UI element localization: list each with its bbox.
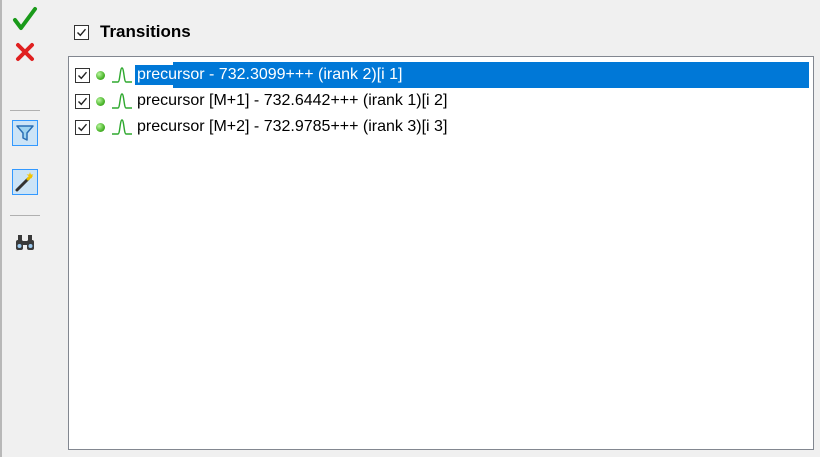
transition-row[interactable]: precursor [M+1] - 732.6442+++ (irank 1)[… (75, 89, 449, 113)
check-icon (78, 71, 88, 79)
toolbar (4, 6, 48, 456)
cancel-button[interactable] (12, 39, 38, 65)
transition-checkbox[interactable] (75, 93, 90, 109)
transition-label: precursor [M+2] - 732.9785+++ (irank 3)[… (137, 118, 448, 135)
transition-checkbox[interactable] (75, 67, 90, 83)
binoculars-icon (16, 235, 34, 250)
transition-checkbox[interactable] (75, 119, 90, 135)
cancel-icon (16, 43, 34, 61)
transition-label: precursor [M+1] - 732.6442+++ (irank 1)[… (137, 92, 448, 109)
peak-icon (112, 93, 132, 109)
accept-icon (13, 7, 37, 30)
transitions-list[interactable]: precursor - 732.3099+++ (irank 2)[i 1] p… (68, 56, 814, 450)
toolbar-separator (10, 110, 40, 111)
transitions-select-all-checkbox[interactable] (74, 24, 89, 40)
check-icon (78, 123, 88, 131)
toolbar-separator (10, 215, 40, 216)
status-dot-icon (96, 122, 105, 132)
find-button[interactable] (12, 230, 38, 256)
transition-row[interactable]: precursor - 732.3099+++ (irank 2)[i 1] (75, 63, 405, 87)
check-icon (78, 97, 88, 105)
filter-button[interactable] (12, 120, 38, 146)
transitions-title: Transitions (100, 22, 191, 41)
peak-icon (112, 67, 132, 83)
status-dot-icon (96, 70, 105, 80)
accept-button[interactable] (12, 6, 38, 32)
transition-label: precursor - 732.3099+++ (irank 2)[i 1] (135, 65, 405, 85)
transition-row[interactable]: precursor [M+2] - 732.9785+++ (irank 3)[… (75, 115, 449, 139)
status-dot-icon (96, 96, 105, 106)
check-icon (77, 28, 87, 36)
peak-icon (112, 119, 132, 135)
window-left-border (0, 0, 2, 457)
magic-wand-button[interactable] (12, 169, 38, 195)
transitions-header: Transitions (74, 20, 191, 44)
magic-wand-icon (15, 172, 34, 192)
filter-icon (16, 125, 34, 141)
